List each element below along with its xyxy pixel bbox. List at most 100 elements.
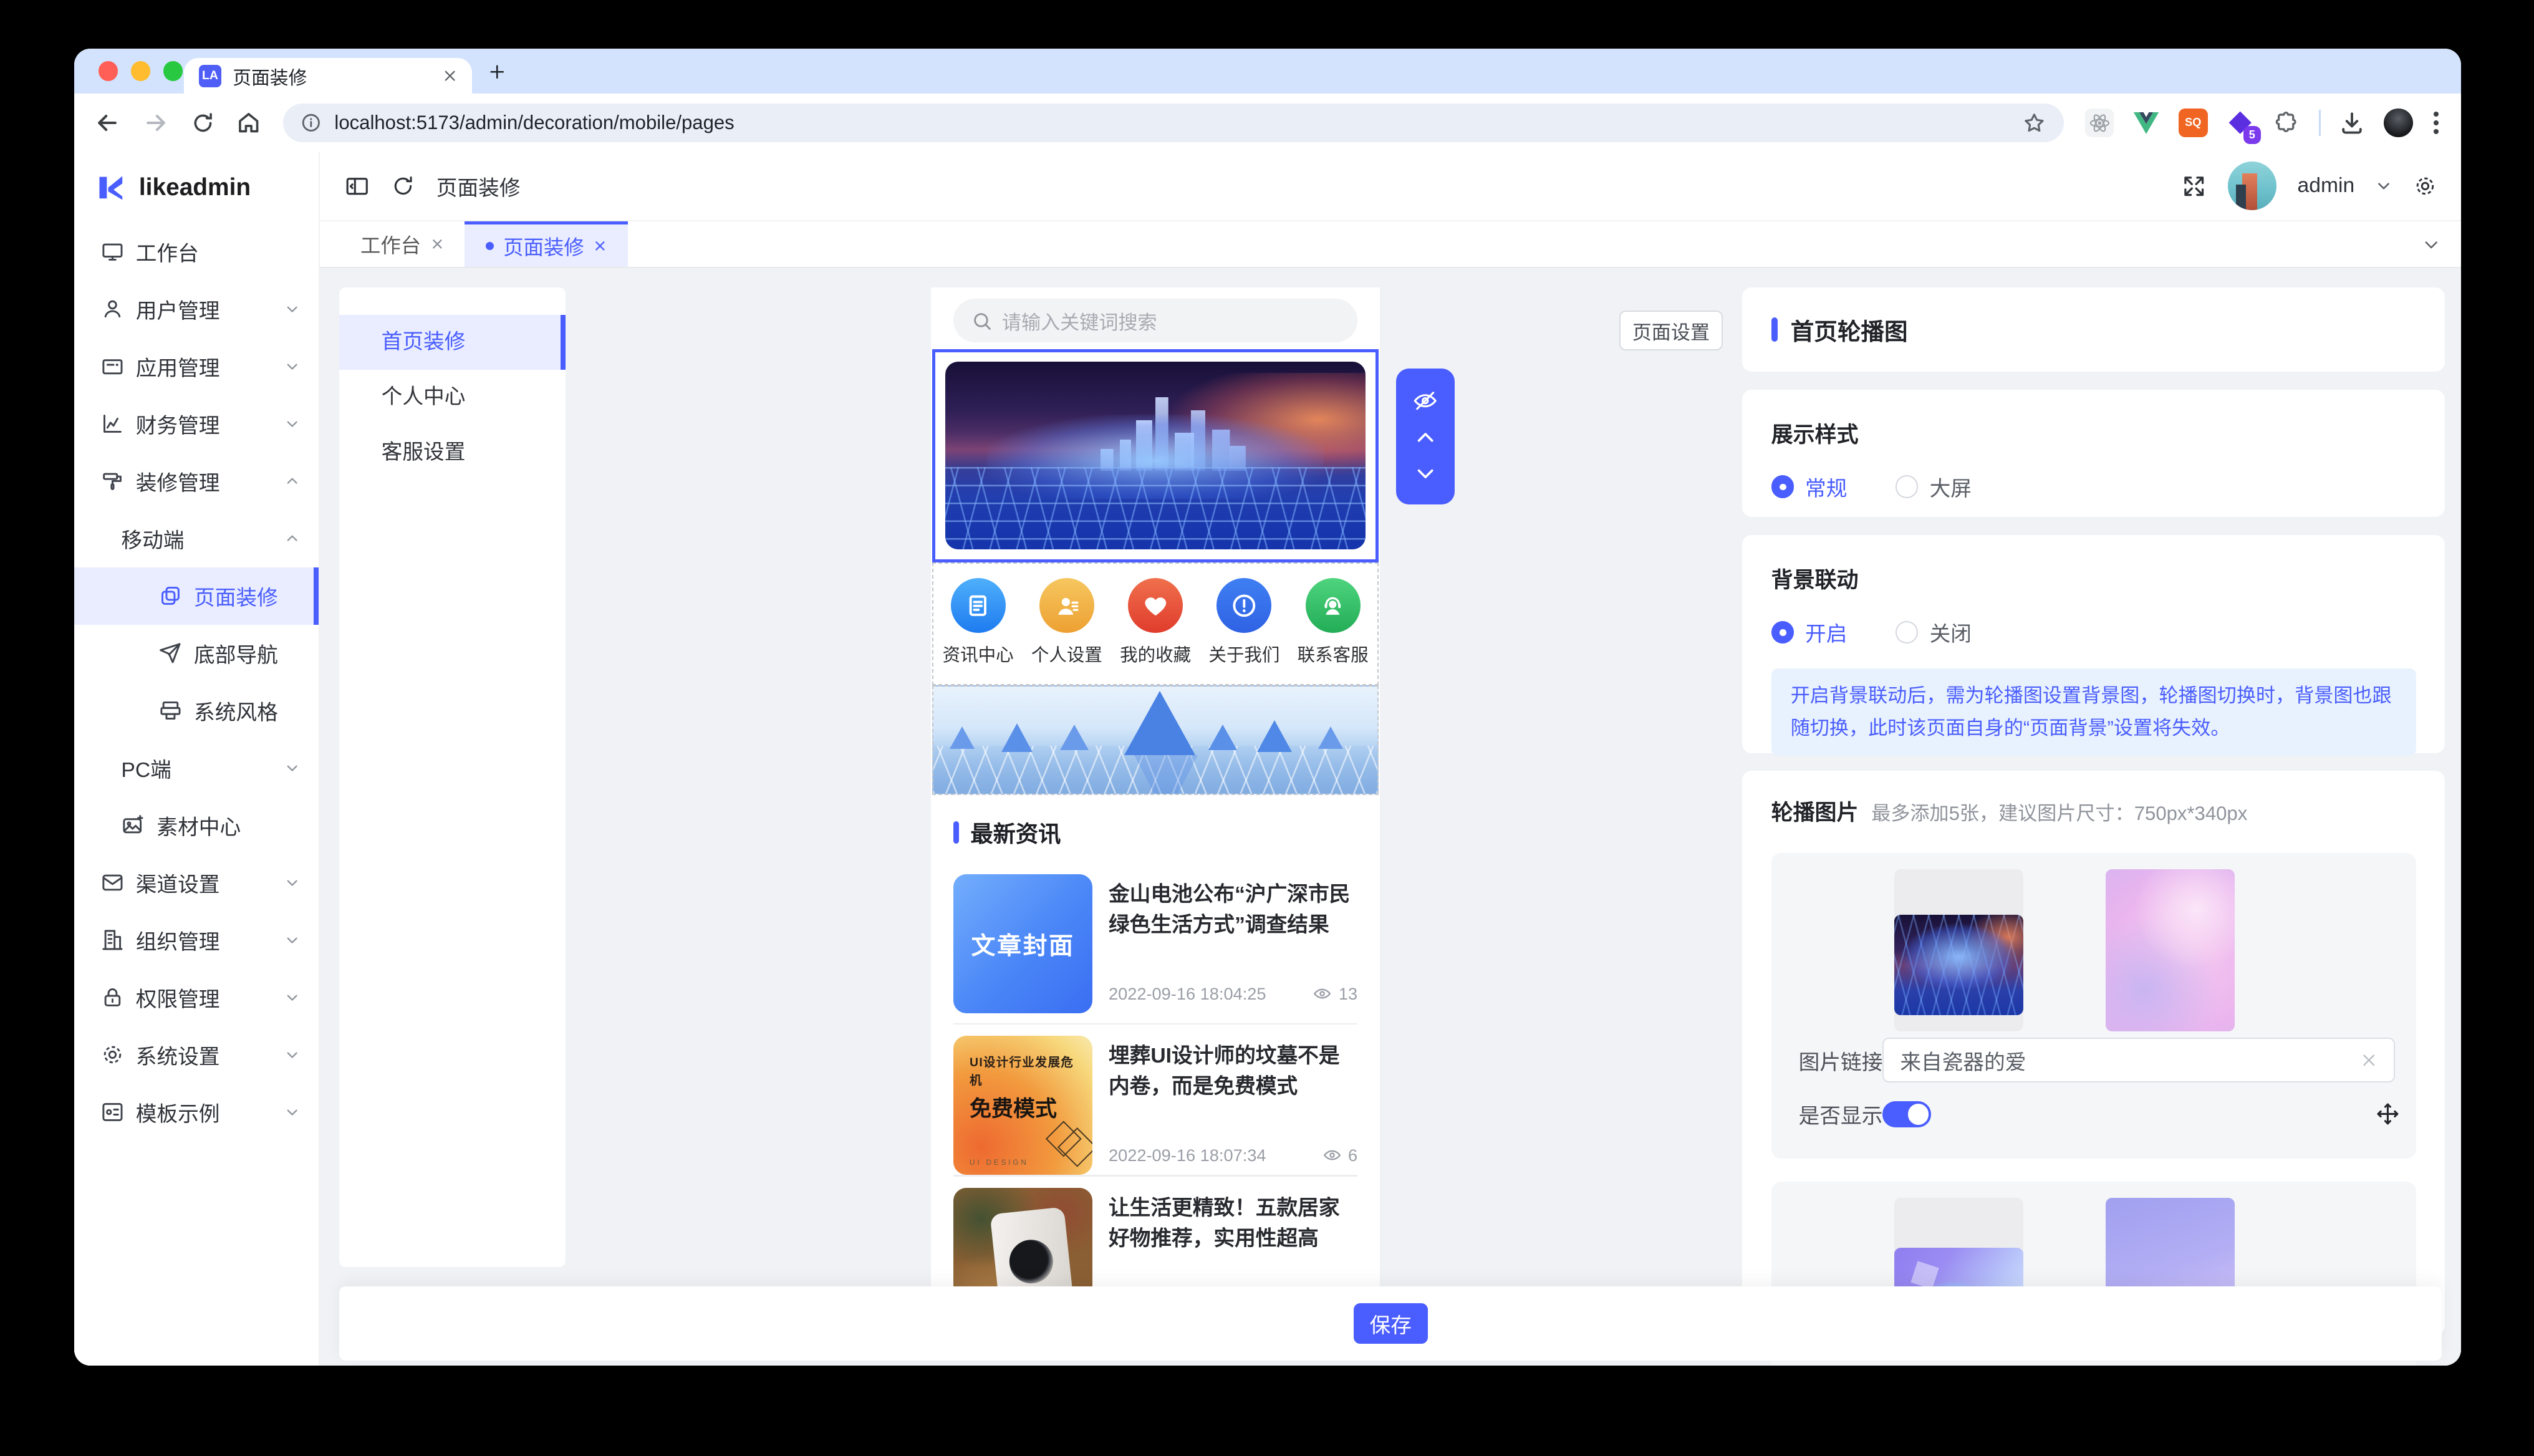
fullscreen-icon[interactable]: [2181, 173, 2207, 199]
article-title: 金山电池公布“沪广深市民绿色生活方式”调查结果: [1109, 879, 1357, 941]
sidebar-item-decoration-management[interactable]: 装修管理: [74, 453, 319, 510]
sidebar-item-system-settings[interactable]: 系统设置: [74, 1026, 319, 1084]
nav-item-profile-settings[interactable]: 个人设置: [1024, 578, 1109, 684]
carousel-widget-selected[interactable]: [932, 349, 1378, 562]
radio-label: 关闭: [1930, 617, 1972, 647]
sidebar-nav: 工作台 用户管理 应用管理 财务管理: [74, 223, 319, 1141]
heart-icon: [1128, 578, 1183, 633]
news-section-header[interactable]: 最新资讯: [953, 816, 1061, 849]
article-item[interactable]: UI设计行业发展危机 免费模式 UI DESIGN 埋葬UI设计师的坟墓不是内卷…: [953, 1031, 1357, 1180]
close-icon[interactable]: [594, 239, 607, 253]
workspace-tab-label: 页面装修: [503, 231, 584, 261]
page-list-item-service[interactable]: 客服设置: [339, 425, 566, 480]
collapse-sidebar-icon[interactable]: [344, 173, 370, 199]
sidebar-item-material-center[interactable]: 素材中心: [74, 797, 319, 854]
hide-widget-icon[interactable]: [1412, 388, 1438, 413]
forward-icon[interactable]: [142, 109, 170, 137]
sidebar-item-organization-management[interactable]: 组织管理: [74, 912, 319, 969]
carousel-image-thumb[interactable]: [1894, 869, 2023, 1031]
nav-item-news[interactable]: 资讯中心: [936, 578, 1020, 684]
brand[interactable]: likeadmin: [74, 152, 319, 223]
zoom-window-button[interactable]: [163, 61, 183, 80]
radio-disable[interactable]: 关闭: [1896, 617, 1972, 647]
sidebar-item-system-style[interactable]: 系统风格: [74, 682, 319, 740]
close-window-button[interactable]: [99, 61, 118, 80]
new-tab-button[interactable]: [488, 63, 506, 81]
react-devtools-icon[interactable]: [2085, 108, 2114, 138]
nav-item-about-us[interactable]: 关于我们: [1202, 578, 1286, 684]
chevron-up-icon: [285, 474, 299, 488]
sidebar-item-finance-management[interactable]: 财务管理: [74, 395, 319, 453]
move-widget-up-icon[interactable]: [1414, 427, 1437, 449]
page-list-item-profile[interactable]: 个人中心: [339, 370, 566, 425]
page-settings-button[interactable]: 页面设置: [1619, 311, 1723, 351]
phone-search-widget[interactable]: 请输入关键词搜索: [953, 299, 1357, 342]
user-menu-chevron-icon[interactable]: [2376, 178, 2392, 194]
drag-handle-icon[interactable]: [2376, 1102, 2400, 1126]
article-meta: 2022-09-16 18:07:34 6: [1109, 1145, 1357, 1165]
url-bar[interactable]: localhost:5173/admin/decoration/mobile/p…: [283, 104, 2064, 142]
back-icon[interactable]: [94, 109, 121, 137]
radio-large-screen[interactable]: 大屏: [1896, 471, 1972, 502]
sidebar-item-pc[interactable]: PC端: [74, 740, 319, 797]
article-title: 埋葬UI设计师的坟墓不是内卷，而是免费模式: [1109, 1041, 1357, 1102]
nav-item-contact-service[interactable]: 联系客服: [1291, 578, 1375, 684]
bookmark-star-icon[interactable]: [2022, 111, 2046, 135]
gem-extension-icon[interactable]: 5: [2225, 108, 2255, 138]
nav-item-favorites[interactable]: 我的收藏: [1114, 578, 1198, 684]
sidebar-item-label: 底部导航: [194, 638, 278, 668]
sidebar-item-bottom-nav[interactable]: 底部导航: [74, 625, 319, 682]
tab-list-chevron-icon[interactable]: [2422, 236, 2440, 254]
browser-window: LA 页面装修 localhost:5173/admin/decoration/…: [74, 49, 2461, 1366]
image-link-input[interactable]: [1900, 1048, 2350, 1072]
sidebar-item-user-management[interactable]: 用户管理: [74, 281, 319, 338]
workspace-tab-workbench[interactable]: 工作台: [339, 221, 465, 267]
sidebar-item-permission-management[interactable]: 权限管理: [74, 969, 319, 1026]
radio-enable[interactable]: 开启: [1771, 617, 1848, 647]
icon-nav-widget[interactable]: 资讯中心 个人设置 我的收藏 关于我们: [932, 562, 1378, 685]
carousel-item-1: 图片链接 是否显示: [1771, 853, 2416, 1159]
sidebar-item-app-management[interactable]: 应用管理: [74, 338, 319, 395]
browser-profile-avatar[interactable]: [2384, 108, 2413, 138]
display-style-radios: 常规 大屏: [1771, 471, 2416, 502]
page-list-item-home[interactable]: 首页装修: [339, 315, 566, 370]
chevron-down-icon: [285, 761, 299, 775]
sidebar-item-page-decoration[interactable]: 页面装修: [74, 567, 319, 625]
settings-gear-icon[interactable]: [2413, 174, 2437, 198]
reload-icon[interactable]: [191, 111, 215, 135]
article-views: 6: [1348, 1145, 1357, 1165]
extensions-puzzle-icon[interactable]: [2272, 108, 2301, 138]
site-info-icon[interactable]: [301, 112, 322, 133]
minimize-window-button[interactable]: [131, 61, 150, 80]
carousel-background-thumb[interactable]: [2106, 869, 2235, 1031]
save-button[interactable]: 保存: [1354, 1303, 1428, 1344]
sq-extension-icon[interactable]: SQ: [2179, 108, 2208, 138]
tab-close-icon[interactable]: [443, 69, 457, 83]
headset-icon: [1306, 578, 1361, 633]
article-item[interactable]: 文章封面 金山电池公布“沪广深市民绿色生活方式”调查结果 2022-09-16 …: [953, 869, 1357, 1018]
close-icon[interactable]: [431, 238, 444, 251]
home-icon[interactable]: [236, 110, 261, 135]
downloads-icon[interactable]: [2338, 109, 2366, 137]
banner-widget[interactable]: [932, 685, 1378, 795]
sidebar-item-label: 应用管理: [136, 351, 220, 382]
clear-input-icon[interactable]: [2360, 1051, 2378, 1069]
info-tip: 开启背景联动后，需为轮播图设置背景图，轮播图切换时，背景图也跟随切换，此时该页面…: [1771, 668, 2416, 756]
sidebar-item-template-examples[interactable]: 模板示例: [74, 1084, 319, 1141]
username[interactable]: admin: [2298, 174, 2355, 198]
browser-menu-icon[interactable]: [2430, 112, 2442, 134]
sidebar-item-mobile[interactable]: 移动端: [74, 510, 319, 567]
refresh-icon[interactable]: [391, 174, 415, 198]
page-list-label: 个人中心: [382, 385, 466, 408]
user-avatar[interactable]: [2228, 162, 2276, 210]
sidebar-item-channel-settings[interactable]: 渠道设置: [74, 854, 319, 912]
vue-devtools-icon[interactable]: [2132, 108, 2161, 138]
field-hint: 最多添加5张，建议图片尺寸：750px*340px: [1871, 798, 2247, 826]
radio-normal[interactable]: 常规: [1771, 471, 1848, 502]
url-text[interactable]: localhost:5173/admin/decoration/mobile/p…: [334, 112, 2008, 134]
browser-tab[interactable]: LA 页面装修: [184, 58, 471, 94]
show-toggle[interactable]: [1882, 1101, 1931, 1127]
sidebar-item-workbench[interactable]: 工作台: [74, 223, 319, 281]
move-widget-down-icon[interactable]: [1414, 462, 1437, 485]
workspace-tab-page-decoration[interactable]: 页面装修: [465, 221, 628, 267]
